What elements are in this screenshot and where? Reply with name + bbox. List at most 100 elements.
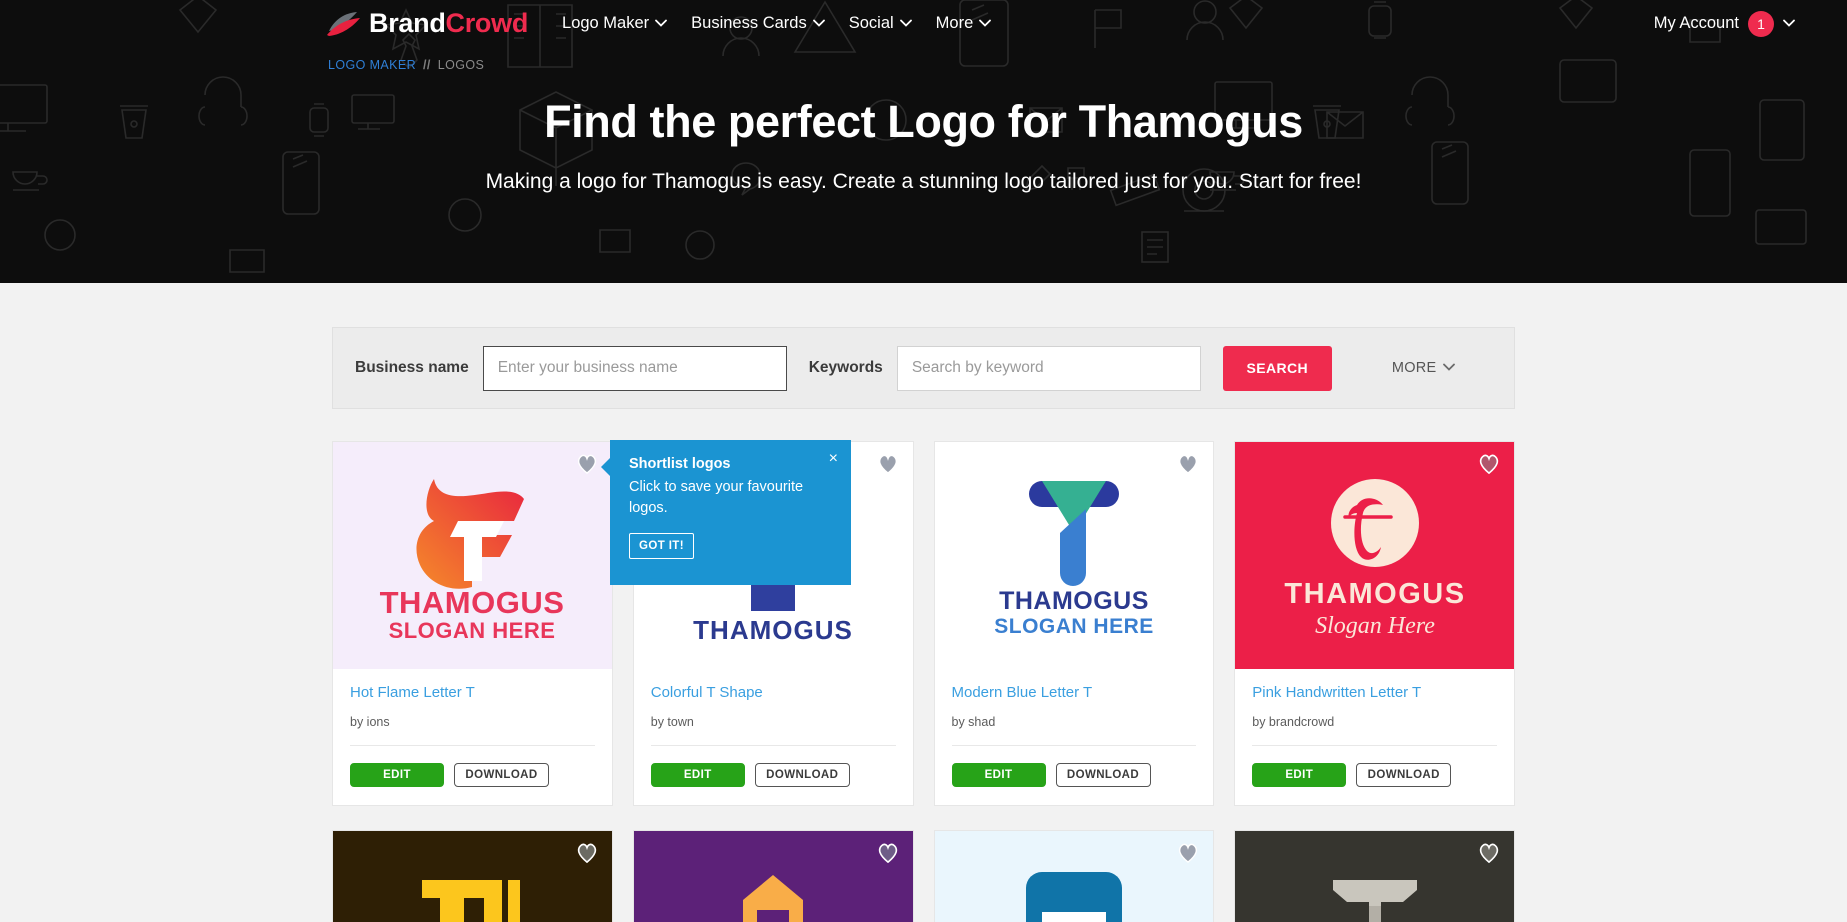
chevron-down-icon [1783,19,1795,29]
nav-item-social[interactable]: Social [848,14,912,33]
logo-preview[interactable] [333,831,612,922]
logo-card-actions: EDIT DOWNLOAD [350,746,595,787]
flame-t-logo-art: THAMOGUS SLOGAN HERE [380,478,565,643]
pink-handwritten-t-logo-art: THAMOGUS Slogan Here [1284,478,1465,639]
silver-t-logo-art [1332,879,1417,922]
search-button[interactable]: SEARCH [1222,345,1332,391]
brand-mark-icon [327,11,361,37]
edit-button[interactable]: EDIT [1252,763,1347,787]
page-subtitle: Making a logo for Thamogus is easy. Crea… [485,170,1362,193]
gold-t-logo-art [422,879,521,922]
logo-preview[interactable] [1235,831,1514,922]
nav-item-more[interactable]: More [935,14,992,33]
keywords-label: Keywords [808,359,883,376]
logo-card-title[interactable]: Pink Handwritten Letter T [1252,684,1497,701]
nav-label-social: Social [848,14,894,32]
business-name-input[interactable] [482,345,787,391]
logo-card[interactable] [632,830,914,922]
my-account-menu[interactable]: My Account 1 [1653,10,1807,37]
logo-brand-text: THAMOGUS [999,587,1149,615]
favourite-heart-icon[interactable] [1177,454,1199,475]
download-button[interactable]: DOWNLOAD [454,763,549,787]
nav-item-logo-maker[interactable]: Logo Maker [562,14,668,33]
nav-item-business-cards[interactable]: Business Cards [691,14,825,33]
favourite-heart-icon[interactable] [1177,843,1199,864]
download-button[interactable]: DOWNLOAD [1356,763,1452,787]
logo-results-grid: THAMOGUS SLOGAN HERE Hot Flame Letter T … [332,441,1515,806]
logo-card-body: Colorful T Shape by town EDIT DOWNLOAD [634,669,913,805]
nav-label-more: More [935,14,974,32]
logo-preview[interactable] [633,831,913,922]
more-filters-toggle[interactable]: MORE [1391,360,1455,376]
nav-label-business-cards: Business Cards [691,14,807,32]
edit-button[interactable]: EDIT [650,763,745,787]
search-panel: Business name Keywords SEARCH MORE [332,327,1515,409]
logo-card-author: by town [650,715,896,746]
logo-brand-text: THAMOGUS [693,615,853,645]
top-navigation-bar: BrandCrowd Logo Maker Business Cards Soc… [0,0,1847,47]
my-account-label: My Account [1653,14,1739,32]
hero-section: BrandCrowd Logo Maker Business Cards Soc… [0,0,1847,283]
logo-card[interactable]: THAMOGUS SLOGAN HERE Hot Flame Letter T … [332,441,613,806]
chevron-down-icon [979,19,992,29]
logo-card[interactable] [1234,830,1515,922]
chevron-down-icon [812,19,825,29]
breadcrumb-current-logos: LOGOS [437,58,485,72]
brand-name: BrandCrowd [369,10,528,37]
logo-card[interactable]: THAMOGUS Slogan Here Pink Handwritten Le… [1234,441,1515,806]
logo-brand-text: THAMOGUS [380,585,565,620]
logo-preview[interactable]: THAMOGUS SLOGAN HERE [333,442,612,669]
logo-card[interactable]: THAMOGUS SLOGAN HERE Modern Blue Letter … [933,441,1215,806]
main-nav: Logo Maker Business Cards Social More [562,14,992,33]
edit-button[interactable]: EDIT [350,763,444,787]
logo-card-title[interactable]: Modern Blue Letter T [952,684,1197,701]
logo-card-title[interactable]: Hot Flame Letter T [350,684,595,701]
logo-preview[interactable]: THAMOGUS Slogan Here [1235,442,1514,669]
logo-card-body: Pink Handwritten Letter T by brandcrowd … [1235,669,1514,805]
logo-card-body: Modern Blue Letter T by shad EDIT DOWNLO… [935,669,1214,805]
download-button[interactable]: DOWNLOAD [1055,763,1151,787]
favourite-heart-icon[interactable] [576,843,598,864]
logo-card-body: Hot Flame Letter T by ions EDIT DOWNLOAD [333,669,612,805]
logo-card[interactable] [332,830,613,922]
brand-name-part2: Crowd [445,8,529,38]
page-title: Find the perfect Logo for Thamogus [544,96,1303,147]
chevron-down-icon [655,19,668,29]
favourite-heart-icon[interactable] [877,843,899,864]
logo-preview[interactable]: THAMOGUS SLOGAN HERE [934,442,1214,669]
logo-slogan-text: Slogan Here [1315,613,1435,639]
favourite-heart-icon[interactable] [1478,843,1500,864]
logo-card-author: by ions [350,715,595,746]
brand-name-part1: Brand [369,8,446,38]
logo-card-actions: EDIT DOWNLOAD [650,746,896,787]
breadcrumb: LOGO MAKER // LOGOS [328,58,1847,72]
breadcrumb-link-logo-maker[interactable]: LOGO MAKER [328,58,416,72]
logo-brand-text: THAMOGUS [1284,578,1465,610]
tooltip-body: Click to save your favourite logos. [629,479,804,517]
main-content: Business name Keywords SEARCH MORE THAM [0,327,1847,922]
logo-card[interactable] [933,830,1215,922]
nav-label-logo-maker: Logo Maker [562,14,650,32]
brandcrowd-logo[interactable]: BrandCrowd [327,10,528,37]
business-name-label: Business name [355,359,469,376]
logo-card-actions: EDIT DOWNLOAD [1252,746,1497,787]
orange-t-logo-art [743,874,804,922]
keywords-input[interactable] [896,345,1201,391]
favourite-heart-icon[interactable] [1478,454,1500,475]
close-icon[interactable]: × [829,451,838,467]
logo-card-title[interactable]: Colorful T Shape [651,684,896,701]
edit-button[interactable]: EDIT [951,763,1046,787]
account-badge-count: 1 [1748,10,1774,37]
tooltip-title: Shortlist logos [629,456,731,472]
logo-card-author: by brandcrowd [1252,715,1497,746]
logo-card-author: by shad [951,715,1197,746]
favourite-heart-icon[interactable] [576,454,598,475]
blue-square-t-logo-art [1025,871,1122,922]
favourite-heart-icon[interactable] [877,454,899,475]
more-filters-label: MORE [1391,360,1437,376]
logo-preview[interactable] [934,831,1214,922]
download-button[interactable]: DOWNLOAD [754,763,850,787]
logo-card-actions: EDIT DOWNLOAD [951,746,1197,787]
shortlist-tooltip: × Shortlist logos Click to save your fav… [601,440,851,585]
tooltip-got-it-button[interactable]: GOT IT! [629,533,694,560]
